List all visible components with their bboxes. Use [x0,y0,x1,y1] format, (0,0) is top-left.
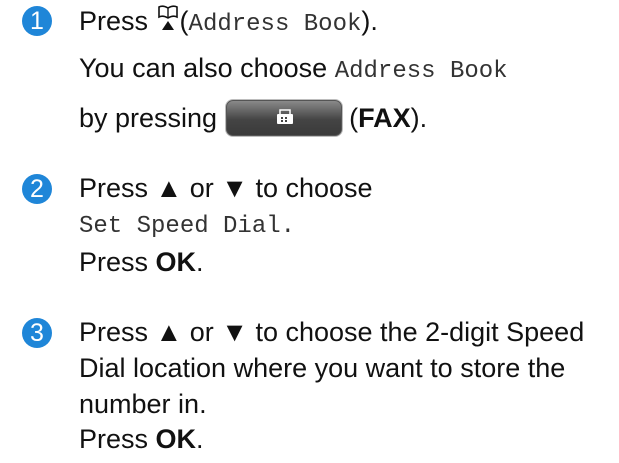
step-1-line-3: by pressing (FAX). [79,99,427,137]
ok-label: OK [155,424,197,454]
step-3-line-1: Press ▲ or ▼ to choose the 2-digit Speed [79,317,585,347]
step-3-press-ok: Press OK. [79,423,204,455]
paren-open: ( [179,6,189,36]
menu-item-set-speed-dial: Set Speed Dial. [79,213,296,240]
fax-icon [277,109,294,124]
step-3-line-2: Dial location where you want to store th… [79,353,566,383]
step-3-line-3: number in. [79,389,207,419]
paren-close: ). [361,6,378,36]
by-pressing-text: by pressing [79,103,218,133]
press-text: Press [79,424,149,454]
fax-label: FAX [358,103,411,133]
step-number-1: 1 [22,6,52,36]
press-text: Press [79,6,149,36]
step-number-2: 2 [22,174,52,204]
press-text: Press [79,247,149,277]
step-2-instruction: Press ▲ or ▼ to choose [79,173,373,203]
step-1-line-2: You can also choose Address Book [79,52,508,88]
step-1-line-1: Press (Address Book). [79,4,378,41]
period: . [196,424,204,454]
address-book-icon [157,4,179,39]
step-number-3: 3 [22,318,52,348]
step-2-press-ok: Press OK. [79,246,204,278]
menu-item-address-book-2: Address Book [334,58,508,85]
fax-button[interactable] [225,99,344,137]
ok-label: OK [155,247,197,277]
menu-item-address-book: Address Book [188,11,362,38]
line-3-end: ). [410,103,428,133]
also-choose-text: You can also choose [79,53,328,83]
period: . [196,247,204,277]
